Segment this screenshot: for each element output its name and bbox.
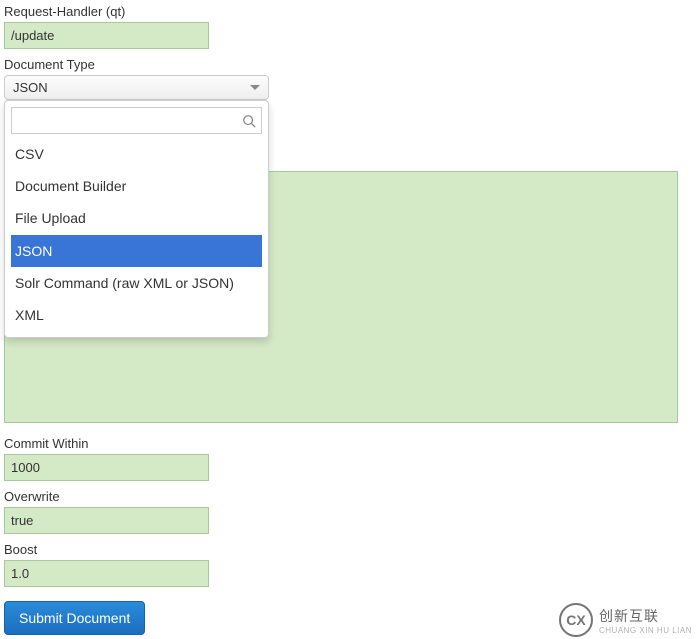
watermark-main-text: 创新互联 — [599, 606, 692, 626]
chevron-down-icon — [250, 85, 260, 90]
dropdown-options-list: CSV Document Builder File Upload JSON So… — [11, 138, 262, 331]
dropdown-option-document-builder[interactable]: Document Builder — [11, 170, 262, 202]
overwrite-label: Overwrite — [4, 489, 692, 504]
watermark: CX 创新互联 CHUANG XIN HU LIAN — [559, 603, 692, 637]
dropdown-option-solr-command[interactable]: Solr Command (raw XML or JSON) — [11, 267, 262, 299]
search-icon — [242, 114, 256, 128]
boost-input[interactable] — [4, 560, 209, 587]
dropdown-option-json[interactable]: JSON — [11, 235, 262, 267]
overwrite-input[interactable] — [4, 507, 209, 534]
document-type-selected-value: JSON — [13, 80, 48, 95]
dropdown-search-input[interactable] — [11, 107, 262, 134]
dropdown-option-file-upload[interactable]: File Upload — [11, 202, 262, 234]
watermark-sub-text: CHUANG XIN HU LIAN — [599, 626, 692, 635]
boost-label: Boost — [4, 542, 692, 557]
commit-within-input[interactable] — [4, 454, 209, 481]
watermark-logo-icon: CX — [559, 603, 593, 637]
request-handler-label: Request-Handler (qt) — [4, 4, 692, 19]
submit-document-button[interactable]: Submit Document — [4, 601, 145, 635]
dropdown-option-xml[interactable]: XML — [11, 299, 262, 331]
document-type-dropdown-panel: CSV Document Builder File Upload JSON So… — [4, 100, 269, 338]
commit-within-label: Commit Within — [4, 436, 692, 451]
document-type-select[interactable]: JSON — [4, 75, 269, 100]
document-type-label: Document Type — [4, 57, 692, 72]
dropdown-option-csv[interactable]: CSV — [11, 138, 262, 170]
request-handler-input[interactable] — [4, 22, 209, 49]
